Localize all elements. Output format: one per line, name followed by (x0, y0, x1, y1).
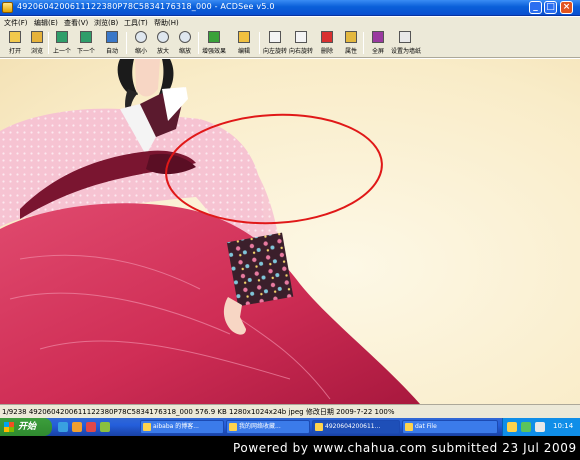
taskbar-item-active[interactable]: 4920604200611... (312, 420, 400, 434)
enhance-icon (208, 31, 220, 43)
toolbar-separator (198, 32, 199, 54)
menu-edit[interactable]: 编辑(E) (34, 18, 58, 28)
maximize-button[interactable]: □ (544, 1, 557, 14)
outlook-quicklaunch-icon[interactable] (72, 422, 82, 432)
rotate-left-button[interactable]: 向左旋转 (262, 30, 287, 56)
image-viewer[interactable] (0, 59, 580, 404)
open-folder-icon (9, 31, 21, 43)
neck (135, 59, 160, 97)
window-icon (229, 423, 237, 431)
fullscreen-button[interactable]: 全屏 (367, 30, 389, 56)
wallpaper-label: 设置为墙纸 (391, 48, 422, 55)
menu-browse[interactable]: 浏览(B) (94, 18, 118, 28)
taskbar-item[interactable]: 我的网络收藏... (226, 420, 310, 434)
flowered-sleeve-cuff (226, 232, 294, 307)
taskbar-item-label: 我的网络收藏... (239, 423, 281, 430)
fullscreen-label: 全屏 (371, 48, 384, 55)
properties-button[interactable]: 属性 (340, 30, 362, 56)
taskbar: 开始 aibaba 的博客... 我的网络收藏... 4920604200611… (0, 418, 580, 436)
toolbar-separator (259, 32, 260, 54)
acdsee-window: 4920604200611122380P78C5834176318_000 - … (0, 0, 580, 418)
browse-label: 浏览 (30, 48, 43, 55)
fullscreen-icon (372, 31, 384, 43)
slideshow-icon (106, 31, 118, 43)
toolbar: 打开 浏览 上一个 下一个 自动 缩小 放大 缩放 增强效果 编辑 向左旋转 向… (0, 28, 580, 58)
source-credit: Powered by www.chahua.com submitted 23 J… (233, 441, 577, 455)
skirt (0, 203, 420, 404)
status-text: 1/9238 4920604200611122380P78C5834176318… (2, 408, 395, 416)
window-title: 4920604200611122380P78C5834176318_000 - … (17, 2, 275, 11)
rotate-left-icon (269, 31, 281, 43)
close-button[interactable]: × (560, 1, 573, 14)
start-label: 开始 (18, 422, 37, 432)
tray-icon[interactable] (521, 422, 531, 432)
wallpaper-icon (399, 31, 411, 43)
window-icon (143, 423, 151, 431)
taskbar-item-label: aibaba 的博客... (153, 423, 199, 430)
zoom-button[interactable]: 缩放 (174, 30, 196, 56)
delete-icon (321, 31, 333, 43)
window-icon (315, 423, 323, 431)
next-icon (80, 31, 92, 43)
start-button[interactable]: 开始 (0, 418, 52, 436)
media-quicklaunch-icon[interactable] (86, 422, 96, 432)
rotate-left-label: 向左旋转 (262, 48, 287, 55)
window-icon (405, 423, 413, 431)
volume-icon[interactable] (535, 422, 545, 432)
menu-file[interactable]: 文件(F) (4, 18, 28, 28)
menu-view[interactable]: 查看(V) (64, 18, 88, 28)
taskbar-item-label: 4920604200611... (325, 423, 381, 430)
previous-button[interactable]: 上一个 (51, 30, 73, 56)
rotate-right-button[interactable]: 向右旋转 (288, 30, 313, 56)
enhance-label: 增强效果 (201, 48, 226, 55)
menu-tools[interactable]: 工具(T) (124, 18, 148, 28)
previous-icon (56, 31, 68, 43)
source-banner: Powered by www.chahua.com submitted 23 J… (0, 436, 580, 460)
rotate-right-label: 向右旋转 (288, 48, 313, 55)
taskbar-item[interactable]: aibaba 的博客... (140, 420, 224, 434)
hanbok-illustration (0, 59, 420, 404)
delete-button[interactable]: 删除 (316, 30, 338, 56)
zoom-out-icon (135, 31, 147, 43)
menu-help[interactable]: 帮助(H) (154, 18, 179, 28)
next-label: 下一个 (76, 48, 95, 55)
taskbar-item[interactable]: dat File (402, 420, 498, 434)
minimize-button[interactable]: _ (529, 1, 542, 14)
zoom-label: 缩放 (178, 48, 191, 55)
taskbar-item-label: dat File (415, 423, 437, 430)
slideshow-label: 自动 (105, 48, 118, 55)
edit-icon (238, 31, 250, 43)
tray-icon[interactable] (507, 422, 517, 432)
desktop-quicklaunch-icon[interactable] (100, 422, 110, 432)
next-button[interactable]: 下一个 (75, 30, 97, 56)
edit-label: 编辑 (237, 48, 250, 55)
enhance-button[interactable]: 增强效果 (201, 30, 226, 56)
zoom-in-icon (157, 31, 169, 43)
clock[interactable]: 10:14 (553, 422, 573, 430)
edit-button[interactable]: 编辑 (233, 30, 255, 56)
windows-flag-icon (4, 422, 14, 432)
zoom-icon (179, 31, 191, 43)
slideshow-button[interactable]: 自动 (101, 30, 123, 56)
browse-button[interactable]: 浏览 (26, 30, 48, 56)
ie-quicklaunch-icon[interactable] (58, 422, 68, 432)
properties-icon (345, 31, 357, 43)
menu-bar: 文件(F) 编辑(E) 查看(V) 浏览(B) 工具(T) 帮助(H) (0, 17, 580, 28)
title-bar[interactable]: 4920604200611122380P78C5834176318_000 - … (0, 0, 580, 16)
wallpaper-button[interactable]: 设置为墙纸 (391, 30, 422, 56)
properties-label: 属性 (344, 48, 357, 55)
status-bar: 1/9238 4920604200611122380P78C5834176318… (0, 404, 580, 418)
system-tray: 10:14 (502, 418, 580, 436)
acdsee-app-icon (2, 2, 13, 13)
rotate-right-icon (295, 31, 307, 43)
browse-icon (31, 31, 43, 43)
